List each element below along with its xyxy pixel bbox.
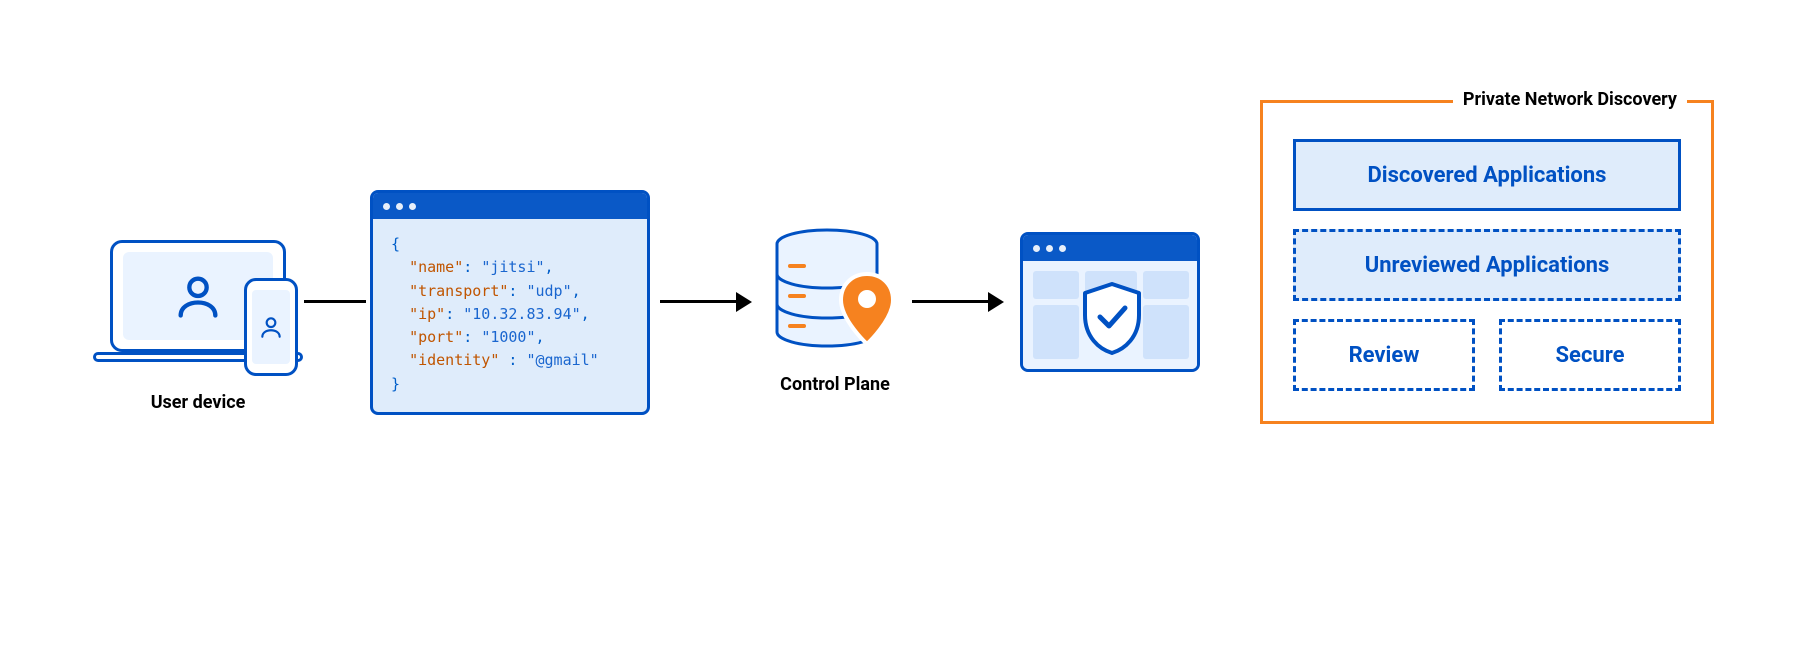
tile: [1143, 271, 1189, 299]
json-window: { "name": "jitsi", "transport": "udp", "…: [370, 190, 650, 415]
arrow-line: [912, 300, 988, 303]
window-dot-icon: [409, 203, 416, 210]
dashboard-body: [1023, 261, 1197, 369]
arrowhead-icon: [988, 292, 1004, 312]
private-network-discovery-panel: Private Network Discovery Discovered App…: [1260, 100, 1714, 424]
json-body: { "name": "jitsi", "transport": "udp", "…: [373, 219, 647, 412]
secure-box: Secure: [1499, 319, 1681, 391]
window-dot-icon: [1059, 245, 1066, 252]
window-dot-icon: [1046, 245, 1053, 252]
window-dot-icon: [1033, 245, 1040, 252]
arrowhead-icon: [736, 292, 752, 312]
window-titlebar: [1023, 235, 1197, 261]
location-pin-icon: [838, 272, 896, 348]
window-dot-icon: [383, 203, 390, 210]
arrow-line: [660, 300, 736, 303]
unreviewed-applications-box: Unreviewed Applications: [1293, 229, 1681, 301]
control-plane-label: Control Plane: [760, 374, 910, 395]
tile: [1033, 305, 1079, 359]
shield-check-icon: [1079, 281, 1145, 357]
window-dot-icon: [396, 203, 403, 210]
tile: [1033, 271, 1079, 299]
discovered-applications-box: Discovered Applications: [1293, 139, 1681, 211]
phone-screen: [252, 290, 290, 364]
tile: [1143, 305, 1189, 359]
review-box: Review: [1293, 319, 1475, 391]
window-titlebar: [373, 193, 647, 219]
phone-icon: [244, 278, 298, 376]
access-dashboard-icon: [1020, 232, 1200, 372]
connector-line: [304, 300, 366, 303]
panel-title: Private Network Discovery: [1453, 89, 1687, 110]
user-icon: [258, 314, 284, 340]
database-icon: [772, 228, 892, 368]
user-icon: [172, 270, 224, 322]
diagram-canvas: User device { "name": "jitsi", "transpor…: [0, 0, 1800, 645]
user-device-label: User device: [110, 392, 286, 413]
